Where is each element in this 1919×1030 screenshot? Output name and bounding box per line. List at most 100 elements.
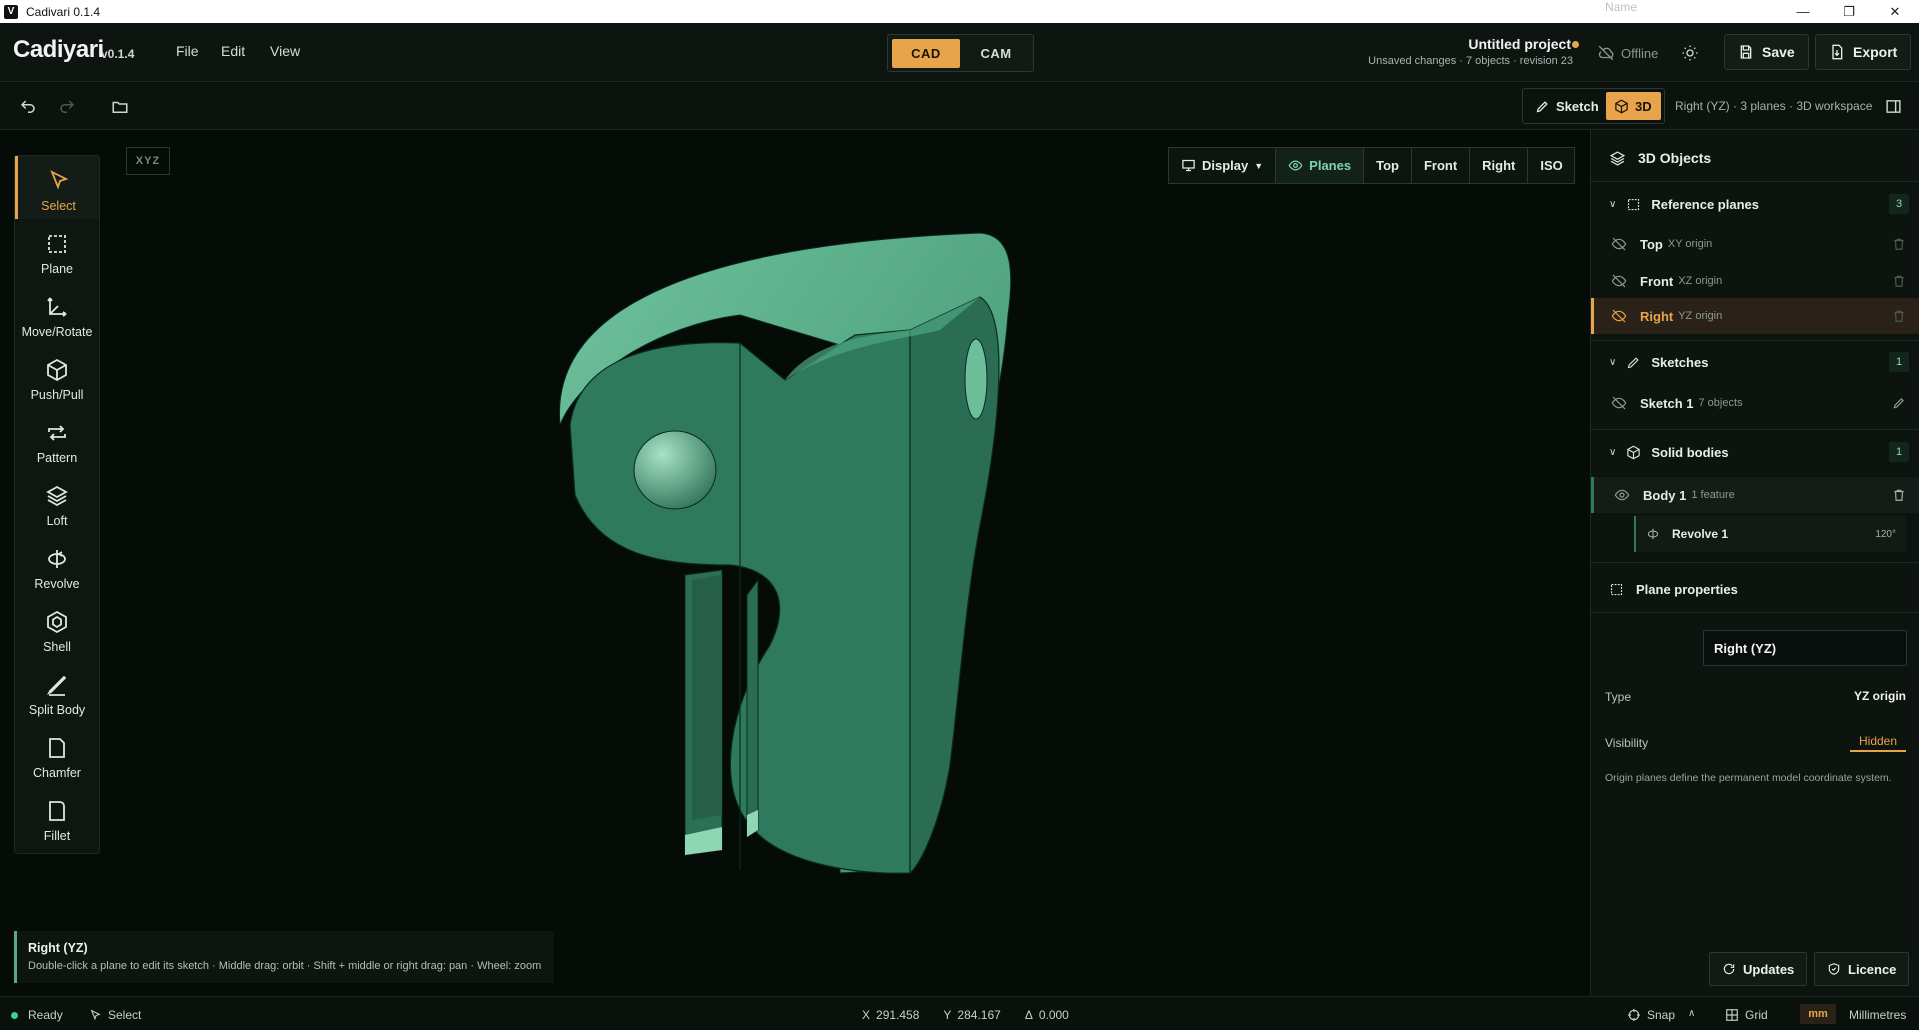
- theme-toggle-button[interactable]: [1677, 40, 1703, 66]
- cube-icon: [1615, 99, 1628, 113]
- restore-icon[interactable]: ❐: [1826, 0, 1872, 23]
- 3d-model-body[interactable]: [540, 225, 1020, 885]
- tool-revolve[interactable]: Revolve: [15, 534, 99, 597]
- tool-label: Loft: [46, 514, 68, 528]
- eye-off-icon[interactable]: [1611, 395, 1627, 411]
- menu-edit[interactable]: Edit: [221, 43, 245, 59]
- revolve-icon: [1647, 528, 1659, 540]
- list-item-plane-top[interactable]: Top XY origin: [1591, 227, 1919, 261]
- type-value: YZ origin: [1854, 689, 1906, 703]
- objects-title: 3D Objects: [1638, 150, 1712, 166]
- tool-move-rotate[interactable]: Move/Rotate: [15, 282, 99, 345]
- app-header: Cadiyari v0.1.4 File Edit View CAD CAM U…: [0, 23, 1919, 82]
- sidebar-toggle-icon: [1885, 99, 1901, 113]
- grid-toggle[interactable]: Grid: [1725, 1008, 1768, 1022]
- list-item-body-1[interactable]: Body 1 1 feature: [1591, 477, 1919, 513]
- status-ready: Ready: [11, 1008, 63, 1022]
- view-iso-button[interactable]: ISO: [1528, 148, 1574, 183]
- trash-icon[interactable]: [1892, 274, 1906, 288]
- section-solid-bodies[interactable]: ∨ Solid bodies 1: [1591, 435, 1919, 469]
- unit-badge[interactable]: mm: [1800, 1004, 1836, 1024]
- menu-view[interactable]: View: [270, 43, 300, 59]
- eye-off-icon[interactable]: [1611, 236, 1627, 252]
- snap-toggle[interactable]: Snap: [1627, 1008, 1675, 1022]
- save-button[interactable]: Save: [1724, 34, 1809, 70]
- eye-off-icon[interactable]: [1611, 273, 1627, 289]
- app-version: v0.1.4: [101, 47, 135, 61]
- plane-name-input[interactable]: [1703, 630, 1907, 666]
- tool-label: Move/Rotate: [21, 325, 93, 339]
- project-title: Untitled project: [1468, 36, 1571, 52]
- snap-label: Snap: [1647, 1008, 1676, 1022]
- chevron-down-icon: ▼: [1254, 160, 1264, 171]
- eye-icon[interactable]: [1614, 487, 1630, 503]
- licence-button[interactable]: Licence: [1814, 952, 1910, 986]
- minimize-icon[interactable]: —: [1780, 0, 1826, 23]
- 3d-mode-button[interactable]: 3D: [1606, 92, 1661, 120]
- mode-cad-button[interactable]: CAD: [892, 39, 960, 68]
- list-item-plane-front[interactable]: Front XZ origin: [1591, 264, 1919, 298]
- view-top-button[interactable]: Top: [1364, 148, 1412, 183]
- planes-toggle[interactable]: Planes: [1276, 148, 1365, 183]
- offline-indicator: Offline: [1597, 40, 1658, 66]
- tool-shell[interactable]: Shell: [15, 597, 99, 660]
- layers-icon: [46, 485, 68, 507]
- list-item-sketch-1[interactable]: Sketch 1 7 objects: [1591, 386, 1919, 420]
- viewport-hint: Right (YZ) Double-click a plane to edit …: [14, 931, 554, 983]
- tool-fillet[interactable]: Fillet: [15, 786, 99, 849]
- item-name: Front: [1640, 273, 1674, 289]
- item-name: Body 1: [1643, 487, 1687, 503]
- trash-icon[interactable]: [1892, 488, 1906, 502]
- updates-button[interactable]: Updates: [1709, 952, 1808, 986]
- tool-pattern[interactable]: Pattern: [15, 408, 99, 471]
- axis-badge[interactable]: XYZ: [126, 147, 170, 175]
- feature-revolve-1[interactable]: Revolve 1 120°: [1634, 516, 1906, 552]
- edit-pencil-icon[interactable]: [1892, 396, 1906, 410]
- visibility-toggle[interactable]: Hidden: [1850, 728, 1906, 752]
- close-icon[interactable]: ✕: [1872, 0, 1918, 23]
- tool-chamfer[interactable]: Chamfer: [15, 723, 99, 786]
- licence-label: Licence: [1848, 961, 1897, 977]
- view-right-button[interactable]: Right: [1470, 148, 1529, 183]
- display-dropdown[interactable]: Display ▼: [1169, 148, 1277, 183]
- open-folder-button[interactable]: [108, 95, 132, 119]
- section-title: Solid bodies: [1651, 444, 1729, 460]
- chevron-down-icon: ∨: [1609, 198, 1617, 210]
- tool-loft[interactable]: Loft: [15, 471, 99, 534]
- delta-value: 0.000: [1038, 1008, 1069, 1022]
- offline-label: Offline: [1621, 45, 1659, 61]
- chevron-up-icon[interactable]: ∧: [1688, 1008, 1695, 1019]
- trash-icon[interactable]: [1892, 237, 1906, 251]
- plane-note: Origin planes define the permanent model…: [1605, 772, 1892, 784]
- list-item-plane-right[interactable]: Right YZ origin: [1591, 298, 1919, 334]
- section-sketches[interactable]: ∨ Sketches 1: [1591, 345, 1919, 379]
- menu-file[interactable]: File: [176, 43, 199, 59]
- x-label: X: [862, 1008, 871, 1022]
- section-reference-planes[interactable]: ∨ Reference planes 3: [1591, 186, 1919, 222]
- sketch-mode-button[interactable]: Sketch: [1527, 92, 1607, 120]
- tool-split-body[interactable]: Split Body: [15, 660, 99, 723]
- status-tool: Select: [89, 1008, 141, 1022]
- feature-name: Revolve 1: [1672, 527, 1729, 541]
- trash-icon[interactable]: [1892, 309, 1906, 323]
- 3d-mode-label: 3D: [1635, 98, 1652, 114]
- export-file-icon: [1832, 44, 1843, 60]
- item-sub: 7 objects: [1698, 397, 1743, 409]
- redo-button[interactable]: [55, 95, 79, 119]
- shell-cube-icon: [47, 610, 67, 634]
- view-front-button[interactable]: Front: [1412, 148, 1471, 183]
- item-sub: XZ origin: [1678, 275, 1723, 287]
- tool-select[interactable]: Select: [15, 156, 99, 219]
- eye-off-icon[interactable]: [1611, 308, 1627, 324]
- mode-cam-button[interactable]: CAM: [962, 39, 1030, 68]
- project-status: Unsaved changes · 7 objects · revision 2…: [1368, 55, 1573, 67]
- export-button[interactable]: Export: [1815, 34, 1912, 70]
- count-badge: 3: [1889, 194, 1909, 214]
- app-icon: V: [4, 4, 18, 19]
- tool-push-pull[interactable]: Push/Pull: [15, 345, 99, 408]
- toolbar: Sketch 3D Right (YZ) · 3 planes · 3D wor…: [0, 82, 1919, 130]
- mode-switch: CAD CAM: [887, 34, 1034, 72]
- undo-button[interactable]: [16, 95, 40, 119]
- tool-plane[interactable]: Plane: [15, 219, 99, 282]
- panel-toggle-button[interactable]: [1882, 95, 1904, 117]
